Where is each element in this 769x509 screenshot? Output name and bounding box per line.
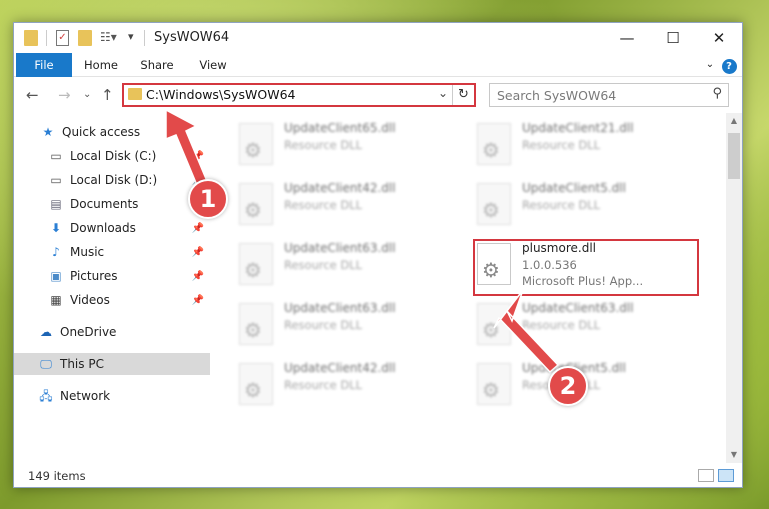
dll-file-icon: ⚙ <box>477 303 511 345</box>
sidebar-item-network[interactable]: 🖧 Network <box>14 385 210 407</box>
list-item[interactable]: ⚙ UpdateClient63.dll Resource DLL <box>449 299 669 353</box>
pin-icon: 📌 <box>191 270 204 282</box>
status-bar: 149 items <box>14 463 742 487</box>
list-item[interactable]: ⚙ UpdateClient42.dll Resource DLL <box>211 359 431 413</box>
list-item[interactable]: ⚙ UpdateClient42.dll Resource DLL <box>211 179 431 233</box>
scrollbar-thumb[interactable] <box>728 133 740 179</box>
star-icon: ★ <box>42 125 54 139</box>
navigation-pane: ★ Quick access ▭ Local Disk (C:) 📌 ▭ Loc… <box>14 113 210 463</box>
title-bar: ✓ ☷▾ ▾ SysWOW64 — ☐ ✕ <box>14 23 742 53</box>
list-item[interactable]: ⚙ UpdateClient63.dll Resource DLL <box>211 299 431 353</box>
list-item[interactable]: ⚙ UpdateClient21.dll Resource DLL <box>449 119 669 173</box>
drive-icon: ▭ <box>50 149 62 163</box>
sidebar-item-music[interactable]: ♪ Music 📌 <box>14 241 210 263</box>
dll-file-icon: ⚙ <box>239 303 273 345</box>
large-icons-view-icon[interactable] <box>718 469 734 482</box>
new-folder-icon[interactable] <box>78 30 92 46</box>
vertical-scrollbar[interactable]: ▲ ▼ <box>726 113 742 463</box>
step-badge-2: 2 <box>548 366 588 406</box>
sidebar-item-videos[interactable]: ▦ Videos 📌 <box>14 289 210 311</box>
step-badge-1: 1 <box>188 179 228 219</box>
dll-file-icon: ⚙ <box>239 243 273 285</box>
pin-icon: 📌 <box>191 294 204 306</box>
address-path: C:\Windows\SysWOW64 <box>146 87 296 102</box>
folder-icon <box>128 88 142 100</box>
search-input[interactable]: Search SysWOW64 ⚲ <box>489 83 729 107</box>
dll-file-icon: ⚙ <box>477 123 511 165</box>
ribbon-expand-icon[interactable]: ⌄ <box>704 53 716 77</box>
search-icon[interactable]: ⚲ <box>712 86 722 101</box>
pin-icon: 📌 <box>191 222 204 234</box>
forward-arrow-icon[interactable]: → <box>58 86 71 104</box>
view-options-icon[interactable]: ☷▾ <box>100 30 118 46</box>
sidebar-item-downloads[interactable]: ⬇ Downloads 📌 <box>14 217 210 239</box>
properties-icon[interactable]: ✓ <box>56 30 69 46</box>
cloud-icon: ☁ <box>40 325 52 339</box>
drive-icon: ▭ <box>50 173 62 187</box>
documents-icon: ▤ <box>50 197 62 211</box>
address-bar-row: ← → ⌄ ↑ C:\Windows\SysWOW64 ⌄ ↻ Search S… <box>14 77 742 113</box>
window-title: SysWOW64 <box>154 30 230 45</box>
refresh-icon[interactable]: ↻ <box>452 85 474 105</box>
back-arrow-icon[interactable]: ← <box>26 86 39 104</box>
downloads-icon: ⬇ <box>50 221 62 235</box>
list-item[interactable]: ⚙ UpdateClient5.dll Resource DLL <box>449 179 669 233</box>
scroll-down-icon[interactable]: ▼ <box>726 447 742 463</box>
explorer-window: ✓ ☷▾ ▾ SysWOW64 — ☐ ✕ File Home Share Vi… <box>13 22 743 488</box>
sidebar-item-documents[interactable]: ▤ Documents 📌 <box>14 193 210 215</box>
music-icon: ♪ <box>52 245 60 259</box>
network-icon: 🖧 <box>39 389 53 403</box>
sidebar-item-this-pc[interactable]: 🖵 This PC <box>14 353 210 375</box>
up-arrow-icon[interactable]: ↑ <box>101 86 114 104</box>
close-button[interactable]: ✕ <box>696 23 742 53</box>
list-item[interactable]: ⚙ UpdateClient63.dll Resource DLL <box>211 239 431 293</box>
list-item[interactable]: ⚙ UpdateClient65.dll Resource DLL <box>211 119 431 173</box>
address-field[interactable]: C:\Windows\SysWOW64 ⌄ ↻ <box>122 83 476 107</box>
scroll-up-icon[interactable]: ▲ <box>726 113 742 129</box>
minimize-button[interactable]: — <box>604 23 650 53</box>
sidebar-item-quick-access[interactable]: ★ Quick access <box>14 121 210 143</box>
search-placeholder: Search SysWOW64 <box>497 88 617 103</box>
sidebar-item-local-disk-c[interactable]: ▭ Local Disk (C:) 📌 <box>14 145 210 167</box>
ribbon-tabs: File Home Share View ⌄ ? <box>14 53 742 107</box>
tab-home[interactable]: Home <box>76 53 126 77</box>
divider <box>46 30 47 46</box>
dll-file-icon: ⚙ <box>239 363 273 405</box>
tab-view[interactable]: View <box>188 53 238 77</box>
pin-icon: 📌 <box>191 246 204 258</box>
sidebar-item-pictures[interactable]: ▣ Pictures 📌 <box>14 265 210 287</box>
help-icon[interactable]: ? <box>720 53 738 77</box>
dll-file-icon: ⚙ <box>477 363 511 405</box>
maximize-button[interactable]: ☐ <box>650 23 696 53</box>
divider <box>144 30 145 46</box>
chevron-down-icon[interactable]: ⌄ <box>438 86 448 100</box>
details-view-icon[interactable] <box>698 469 714 482</box>
folder-icon[interactable] <box>24 30 38 46</box>
sidebar-item-local-disk-d[interactable]: ▭ Local Disk (D:) 📌 <box>14 169 210 191</box>
item-count: 149 items <box>28 469 86 483</box>
videos-icon: ▦ <box>50 293 62 307</box>
recent-locations-icon[interactable]: ⌄ <box>83 89 91 100</box>
tab-share[interactable]: Share <box>132 53 182 77</box>
computer-icon: 🖵 <box>40 357 52 371</box>
pin-icon: 📌 <box>191 150 204 162</box>
sidebar-item-onedrive[interactable]: ☁ OneDrive <box>14 321 210 343</box>
highlight-box <box>473 239 699 296</box>
dll-file-icon: ⚙ <box>477 183 511 225</box>
dll-file-icon: ⚙ <box>239 123 273 165</box>
customize-toolbar-icon[interactable]: ▾ <box>128 30 138 46</box>
pictures-icon: ▣ <box>50 269 62 283</box>
dll-file-icon: ⚙ <box>239 183 273 225</box>
